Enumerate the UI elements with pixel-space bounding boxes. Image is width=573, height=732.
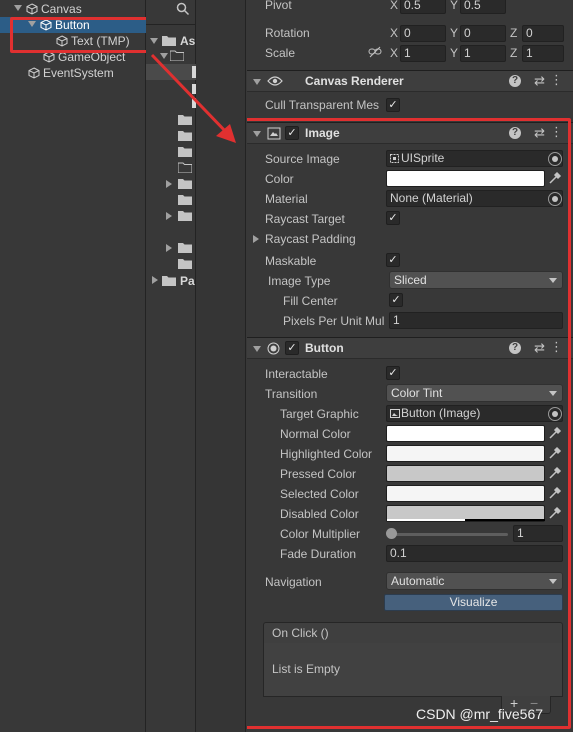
axis-x-label: X <box>390 26 399 40</box>
panel-gutter <box>196 0 246 732</box>
axis-x-label: X <box>390 46 399 60</box>
gameobject-cube-icon <box>28 67 40 79</box>
collapse-arrow-icon[interactable] <box>253 79 261 85</box>
cull-transparent-label: Cull Transparent Mes <box>265 98 380 112</box>
rotation-z-field[interactable]: 0 <box>522 25 564 42</box>
scale-label: Scale <box>265 46 296 60</box>
hierarchy-item-eventsystem[interactable]: EventSystem <box>28 65 114 81</box>
folder-open-icon <box>178 162 192 173</box>
folder-icon <box>178 243 192 253</box>
expand-arrow-icon[interactable] <box>14 5 22 11</box>
scale-x-field[interactable]: 1 <box>400 45 446 62</box>
axis-y-label: Y <box>450 46 459 60</box>
collapse-arrow-icon[interactable] <box>166 244 172 252</box>
component-title: Canvas Renderer <box>305 74 404 88</box>
context-menu-icon[interactable]: ⋮ <box>550 72 563 88</box>
folder-open-icon <box>170 50 184 61</box>
folder-icon <box>162 36 176 46</box>
rotation-y-field[interactable]: 0 <box>460 25 506 42</box>
pivot-x-field[interactable]: 0.5 <box>400 0 446 14</box>
rotation-x-field[interactable]: 0 <box>400 25 446 42</box>
folder-icon <box>178 211 192 221</box>
collapse-arrow-icon[interactable] <box>152 276 158 284</box>
presets-icon[interactable]: ⇄ <box>534 73 545 89</box>
folder-icon <box>178 179 192 189</box>
axis-x-label: X <box>390 0 399 12</box>
collapse-arrow-icon[interactable] <box>166 212 172 220</box>
packages-folder-row[interactable]: Pa <box>150 274 196 288</box>
folder-icon <box>178 259 192 269</box>
divider <box>146 24 196 25</box>
selected-row[interactable] <box>146 64 196 80</box>
pivot-y-field[interactable]: 0.5 <box>460 0 506 14</box>
axis-y-label: Y <box>450 0 459 12</box>
folder-icon <box>178 195 192 205</box>
scale-z-field[interactable]: 1 <box>522 45 564 62</box>
folder-icon <box>178 131 192 141</box>
axis-z-label: Z <box>510 26 518 40</box>
hierarchy-item-label: EventSystem <box>43 66 114 80</box>
watermark: CSDN @mr_five567 <box>416 706 544 722</box>
hierarchy-panel: Canvas Button Text (TMP) GameObject Even… <box>0 0 152 732</box>
assets-folder-row[interactable]: As <box>150 34 196 48</box>
pivot-label: Pivot <box>265 0 292 12</box>
folder-icon <box>178 115 192 125</box>
expand-arrow-icon[interactable] <box>160 53 168 59</box>
cull-transparent-checkbox[interactable]: ✓ <box>386 98 400 112</box>
rotation-label: Rotation <box>265 26 310 40</box>
axis-z-label: Z <box>510 46 518 60</box>
expand-arrow-icon[interactable] <box>150 38 158 44</box>
axis-y-label: Y <box>450 26 459 40</box>
folder-icon <box>162 276 176 286</box>
collapse-arrow-icon[interactable] <box>166 180 172 188</box>
hierarchy-item-canvas[interactable]: Canvas <box>14 1 82 17</box>
project-panel: As Pa <box>146 0 196 732</box>
highlight-box <box>10 17 152 53</box>
packages-label: Pa <box>180 274 195 288</box>
search-icon[interactable] <box>176 2 192 18</box>
inspector-panel: Pivot X 0.5 Y 0.5 Rotation X 0 Y 0 Z 0 S… <box>247 0 573 732</box>
help-icon[interactable]: ? <box>509 75 521 87</box>
assets-label: As <box>180 34 196 48</box>
folder-row[interactable] <box>160 50 196 62</box>
gameobject-cube-icon <box>26 3 38 15</box>
canvas-renderer-header[interactable]: Canvas Renderer ? ⇄ ⋮ <box>247 70 573 92</box>
highlight-box <box>247 118 571 729</box>
hierarchy-item-label: Canvas <box>41 2 82 16</box>
constrain-link-icon[interactable] <box>368 46 382 58</box>
eye-icon <box>267 76 283 86</box>
scale-y-field[interactable]: 1 <box>460 45 506 62</box>
folder-icon <box>178 147 192 157</box>
